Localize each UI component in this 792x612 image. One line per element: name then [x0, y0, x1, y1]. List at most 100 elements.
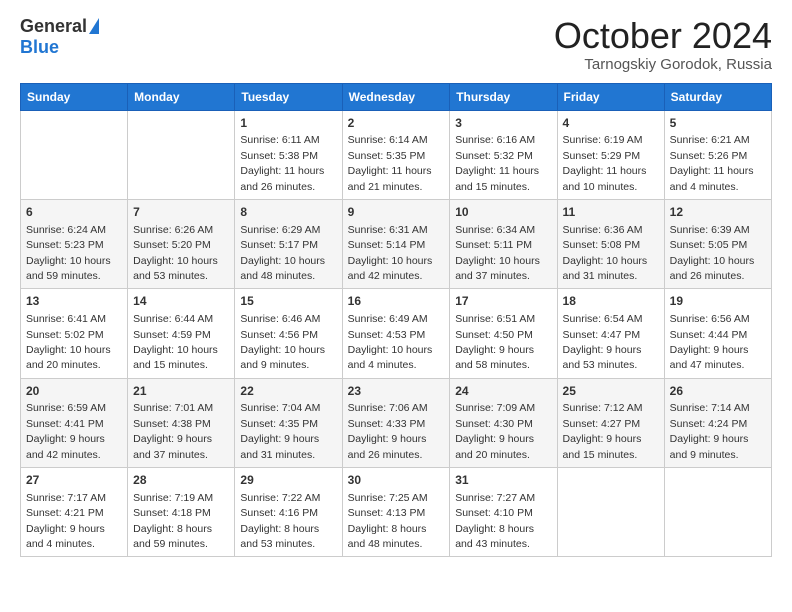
- calendar-day-cell: 29 Sunrise: 7:22 AMSunset: 4:16 PMDaylig…: [235, 468, 342, 557]
- day-number: 8: [240, 204, 336, 221]
- calendar-day-cell: 27 Sunrise: 7:17 AMSunset: 4:21 PMDaylig…: [21, 468, 128, 557]
- day-of-week-header: Thursday: [450, 83, 557, 110]
- calendar-day-cell: 13 Sunrise: 6:41 AMSunset: 5:02 PMDaylig…: [21, 289, 128, 378]
- day-number: 28: [133, 472, 229, 489]
- day-number: 9: [348, 204, 445, 221]
- calendar-day-cell: 4 Sunrise: 6:19 AMSunset: 5:29 PMDayligh…: [557, 110, 664, 199]
- calendar-day-cell: 12 Sunrise: 6:39 AMSunset: 5:05 PMDaylig…: [664, 199, 771, 288]
- day-info: Sunrise: 6:51 AMSunset: 4:50 PMDaylight:…: [455, 313, 535, 371]
- calendar-day-cell: 23 Sunrise: 7:06 AMSunset: 4:33 PMDaylig…: [342, 378, 450, 467]
- calendar-day-cell: 19 Sunrise: 6:56 AMSunset: 4:44 PMDaylig…: [664, 289, 771, 378]
- day-number: 4: [563, 115, 659, 132]
- day-number: 3: [455, 115, 551, 132]
- day-number: 16: [348, 293, 445, 310]
- day-info: Sunrise: 7:22 AMSunset: 4:16 PMDaylight:…: [240, 492, 320, 550]
- day-number: 20: [26, 383, 122, 400]
- calendar-day-cell: 18 Sunrise: 6:54 AMSunset: 4:47 PMDaylig…: [557, 289, 664, 378]
- calendar-week-row: 20 Sunrise: 6:59 AMSunset: 4:41 PMDaylig…: [21, 378, 772, 467]
- day-info: Sunrise: 7:01 AMSunset: 4:38 PMDaylight:…: [133, 402, 213, 460]
- calendar-day-cell: 26 Sunrise: 7:14 AMSunset: 4:24 PMDaylig…: [664, 378, 771, 467]
- calendar-day-cell: 1 Sunrise: 6:11 AMSunset: 5:38 PMDayligh…: [235, 110, 342, 199]
- day-info: Sunrise: 7:25 AMSunset: 4:13 PMDaylight:…: [348, 492, 428, 550]
- day-number: 1: [240, 115, 336, 132]
- calendar-day-cell: 6 Sunrise: 6:24 AMSunset: 5:23 PMDayligh…: [21, 199, 128, 288]
- calendar-day-cell: 2 Sunrise: 6:14 AMSunset: 5:35 PMDayligh…: [342, 110, 450, 199]
- day-number: 30: [348, 472, 445, 489]
- day-number: 18: [563, 293, 659, 310]
- day-number: 5: [670, 115, 766, 132]
- day-info: Sunrise: 6:49 AMSunset: 4:53 PMDaylight:…: [348, 313, 433, 371]
- header: General Blue October 2024 Tarnogskiy Gor…: [20, 16, 772, 73]
- day-info: Sunrise: 7:19 AMSunset: 4:18 PMDaylight:…: [133, 492, 213, 550]
- calendar-day-cell: [21, 110, 128, 199]
- day-info: Sunrise: 6:21 AMSunset: 5:26 PMDaylight:…: [670, 134, 754, 192]
- day-info: Sunrise: 6:56 AMSunset: 4:44 PMDaylight:…: [670, 313, 750, 371]
- calendar-day-cell: 24 Sunrise: 7:09 AMSunset: 4:30 PMDaylig…: [450, 378, 557, 467]
- day-number: 31: [455, 472, 551, 489]
- day-number: 14: [133, 293, 229, 310]
- day-number: 29: [240, 472, 336, 489]
- title-section: October 2024 Tarnogskiy Gorodok, Russia: [554, 16, 772, 73]
- day-info: Sunrise: 6:54 AMSunset: 4:47 PMDaylight:…: [563, 313, 643, 371]
- calendar: SundayMondayTuesdayWednesdayThursdayFrid…: [20, 83, 772, 558]
- day-number: 7: [133, 204, 229, 221]
- day-of-week-header: Sunday: [21, 83, 128, 110]
- calendar-day-cell: 7 Sunrise: 6:26 AMSunset: 5:20 PMDayligh…: [128, 199, 235, 288]
- day-info: Sunrise: 7:04 AMSunset: 4:35 PMDaylight:…: [240, 402, 320, 460]
- calendar-day-cell: 10 Sunrise: 6:34 AMSunset: 5:11 PMDaylig…: [450, 199, 557, 288]
- calendar-day-cell: 25 Sunrise: 7:12 AMSunset: 4:27 PMDaylig…: [557, 378, 664, 467]
- day-number: 12: [670, 204, 766, 221]
- logo-general: General: [20, 16, 87, 37]
- calendar-day-cell: [664, 468, 771, 557]
- calendar-week-row: 6 Sunrise: 6:24 AMSunset: 5:23 PMDayligh…: [21, 199, 772, 288]
- day-info: Sunrise: 6:11 AMSunset: 5:38 PMDaylight:…: [240, 134, 324, 192]
- calendar-day-cell: 28 Sunrise: 7:19 AMSunset: 4:18 PMDaylig…: [128, 468, 235, 557]
- calendar-day-cell: 20 Sunrise: 6:59 AMSunset: 4:41 PMDaylig…: [21, 378, 128, 467]
- day-info: Sunrise: 7:09 AMSunset: 4:30 PMDaylight:…: [455, 402, 535, 460]
- calendar-day-cell: 8 Sunrise: 6:29 AMSunset: 5:17 PMDayligh…: [235, 199, 342, 288]
- day-info: Sunrise: 6:36 AMSunset: 5:08 PMDaylight:…: [563, 224, 648, 282]
- logo-blue: Blue: [20, 37, 59, 58]
- day-number: 11: [563, 204, 659, 221]
- day-of-week-header: Monday: [128, 83, 235, 110]
- day-info: Sunrise: 6:29 AMSunset: 5:17 PMDaylight:…: [240, 224, 325, 282]
- page: General Blue October 2024 Tarnogskiy Gor…: [0, 0, 792, 612]
- day-of-week-header: Saturday: [664, 83, 771, 110]
- calendar-day-cell: 14 Sunrise: 6:44 AMSunset: 4:59 PMDaylig…: [128, 289, 235, 378]
- day-number: 26: [670, 383, 766, 400]
- calendar-day-cell: 3 Sunrise: 6:16 AMSunset: 5:32 PMDayligh…: [450, 110, 557, 199]
- calendar-day-cell: 16 Sunrise: 6:49 AMSunset: 4:53 PMDaylig…: [342, 289, 450, 378]
- calendar-week-row: 1 Sunrise: 6:11 AMSunset: 5:38 PMDayligh…: [21, 110, 772, 199]
- calendar-day-cell: 15 Sunrise: 6:46 AMSunset: 4:56 PMDaylig…: [235, 289, 342, 378]
- day-info: Sunrise: 6:26 AMSunset: 5:20 PMDaylight:…: [133, 224, 218, 282]
- day-info: Sunrise: 7:12 AMSunset: 4:27 PMDaylight:…: [563, 402, 643, 460]
- day-of-week-header: Tuesday: [235, 83, 342, 110]
- calendar-day-cell: 17 Sunrise: 6:51 AMSunset: 4:50 PMDaylig…: [450, 289, 557, 378]
- day-number: 25: [563, 383, 659, 400]
- day-info: Sunrise: 6:44 AMSunset: 4:59 PMDaylight:…: [133, 313, 218, 371]
- day-number: 27: [26, 472, 122, 489]
- logo-icon: [89, 18, 99, 34]
- calendar-day-cell: [128, 110, 235, 199]
- calendar-day-cell: 22 Sunrise: 7:04 AMSunset: 4:35 PMDaylig…: [235, 378, 342, 467]
- day-info: Sunrise: 7:17 AMSunset: 4:21 PMDaylight:…: [26, 492, 106, 550]
- location: Tarnogskiy Gorodok, Russia: [554, 56, 772, 73]
- logo: General Blue: [20, 16, 99, 58]
- day-of-week-header: Friday: [557, 83, 664, 110]
- day-number: 22: [240, 383, 336, 400]
- day-info: Sunrise: 7:27 AMSunset: 4:10 PMDaylight:…: [455, 492, 535, 550]
- day-number: 17: [455, 293, 551, 310]
- calendar-week-row: 27 Sunrise: 7:17 AMSunset: 4:21 PMDaylig…: [21, 468, 772, 557]
- day-of-week-header: Wednesday: [342, 83, 450, 110]
- day-number: 24: [455, 383, 551, 400]
- day-info: Sunrise: 6:46 AMSunset: 4:56 PMDaylight:…: [240, 313, 325, 371]
- day-info: Sunrise: 6:41 AMSunset: 5:02 PMDaylight:…: [26, 313, 111, 371]
- day-number: 21: [133, 383, 229, 400]
- day-info: Sunrise: 7:14 AMSunset: 4:24 PMDaylight:…: [670, 402, 750, 460]
- day-number: 19: [670, 293, 766, 310]
- calendar-day-cell: [557, 468, 664, 557]
- calendar-day-cell: 21 Sunrise: 7:01 AMSunset: 4:38 PMDaylig…: [128, 378, 235, 467]
- day-info: Sunrise: 6:14 AMSunset: 5:35 PMDaylight:…: [348, 134, 432, 192]
- calendar-day-cell: 9 Sunrise: 6:31 AMSunset: 5:14 PMDayligh…: [342, 199, 450, 288]
- calendar-day-cell: 31 Sunrise: 7:27 AMSunset: 4:10 PMDaylig…: [450, 468, 557, 557]
